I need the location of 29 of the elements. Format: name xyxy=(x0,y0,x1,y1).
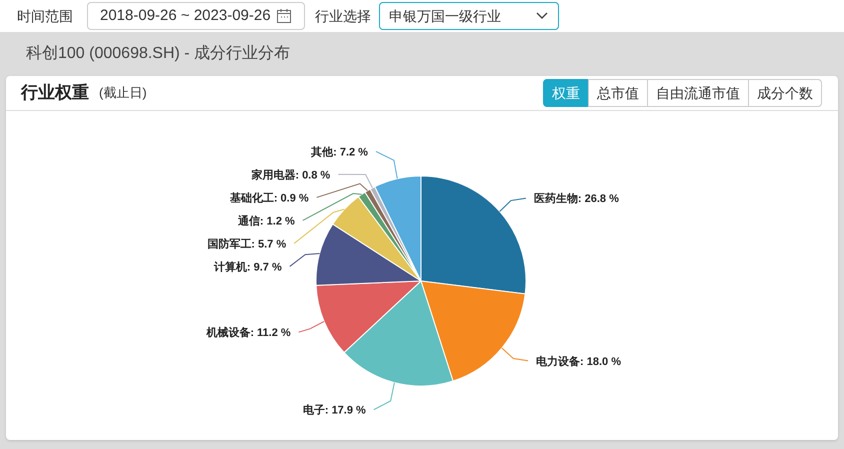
slice-label: 基础化工: 0.9 % xyxy=(230,192,309,204)
industry-dropdown[interactable]: 申银万国一级行业 xyxy=(379,2,559,30)
leader-line xyxy=(289,252,320,267)
chart-tab[interactable]: 成分个数 xyxy=(748,79,822,107)
slice-label: 电子: 17.9 % xyxy=(302,404,366,417)
leader-line xyxy=(501,348,529,362)
date-range-label: 时间范围 xyxy=(17,6,73,26)
slice-label: 医药生物: 26.8 % xyxy=(534,193,619,206)
leader-line xyxy=(298,320,325,333)
card-title: 行业权重 xyxy=(21,82,89,104)
slice-label: 计算机: 9.7 % xyxy=(214,261,282,274)
chart-tab[interactable]: 自由流通市值 xyxy=(647,79,749,107)
date-range-field[interactable]: 2018-09-26 ~ 2023-09-26 xyxy=(87,2,305,30)
chevron-down-icon xyxy=(536,12,548,20)
slice-label: 家用电器: 0.8 % xyxy=(251,169,330,182)
card-subtitle: (截止日) xyxy=(99,84,147,102)
calendar-icon xyxy=(276,8,292,24)
chart-tab[interactable]: 总市值 xyxy=(588,79,648,107)
slice-label: 其他: 7.2 % xyxy=(311,146,368,158)
leader-line xyxy=(499,198,526,212)
leader-line xyxy=(373,382,395,410)
leader-line xyxy=(294,208,345,244)
industry-label: 行业选择 xyxy=(315,6,371,26)
slice-label: 电力设备: 18.0 % xyxy=(536,356,622,368)
slice-label: 国防军工: 5.7 % xyxy=(207,238,286,250)
slice-label: 通信: 1.2 % xyxy=(238,215,295,228)
leader-line xyxy=(375,150,398,180)
slice-label: 机械设备: 11.2 % xyxy=(206,327,291,340)
page-title: 科创100 (000698.SH) - 成分行业分布 xyxy=(26,44,290,64)
